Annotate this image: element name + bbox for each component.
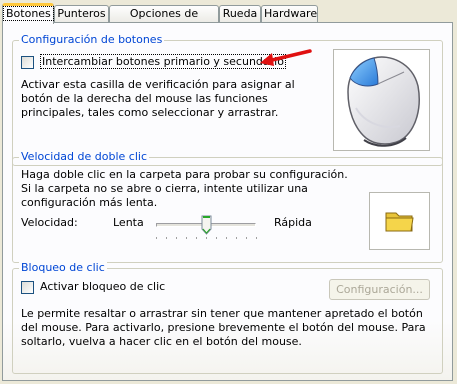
slider-tick (206, 237, 207, 239)
tab-botones[interactable]: Botones (2, 3, 54, 24)
tab-label: Rueda (222, 7, 258, 20)
double-click-description: Haga doble clic en la carpeta para proba… (21, 168, 348, 209)
tab-strip: Botones Punteros Opciones de puntero Rue… (0, 3, 457, 36)
slider-tick (256, 237, 257, 239)
click-lock-label[interactable]: Activar bloqueo de clic (40, 280, 165, 294)
tab-label: Botones (3, 6, 54, 21)
slow-label: Lenta (113, 216, 144, 229)
button-config-description: Activar esta casilla de verificación par… (21, 78, 295, 119)
speed-label: Velocidad: (21, 216, 78, 229)
red-arrow-annotation (260, 49, 312, 66)
tab-punteros[interactable]: Punteros (54, 5, 109, 22)
slider-tick (216, 237, 217, 239)
tab-hardware[interactable]: Hardware (261, 5, 318, 22)
fast-label: Rápida (274, 216, 312, 229)
slider-tick (176, 237, 177, 239)
slider-thumb[interactable] (201, 215, 212, 235)
button-config-group: Configuración de botones Intercambiar bo… (12, 33, 443, 166)
click-lock-checkbox[interactable] (21, 281, 34, 294)
slider-tick (246, 237, 247, 239)
tab-label: Punteros (57, 7, 106, 20)
click-lock-settings-button[interactable]: Configuración... (329, 279, 430, 300)
slider-tick (196, 237, 197, 239)
mouse-image-box (333, 49, 430, 151)
swap-buttons-label-text: Intercambiar botones primario y secundar… (40, 54, 286, 69)
test-folder-box[interactable] (369, 192, 430, 250)
mouse-icon (347, 56, 420, 147)
slider-tick (236, 237, 237, 239)
tab-panel: Configuración de botones Intercambiar bo… (2, 22, 453, 381)
folder-icon (385, 212, 414, 232)
double-click-group: Velocidad de doble clic Haga doble clic … (12, 150, 443, 263)
click-lock-description: Le permite resaltar o arrastrar sin tene… (21, 307, 426, 348)
swap-buttons-checkbox[interactable] (21, 56, 34, 69)
slider-tick (186, 237, 187, 239)
slider-tick (166, 237, 167, 239)
swap-buttons-label[interactable]: Intercambiar botones primario y secundar… (40, 54, 286, 69)
slider-tick (156, 237, 157, 239)
slider-tick (226, 237, 227, 239)
click-lock-legend: Bloqueo de clic (19, 261, 107, 275)
button-config-legend: Configuración de botones (19, 33, 165, 47)
tab-rueda[interactable]: Rueda (219, 5, 261, 22)
tab-label: Hardware (264, 7, 318, 20)
tab-opciones-de-puntero[interactable]: Opciones de puntero (109, 5, 219, 36)
click-lock-group: Bloqueo de clic Activar bloqueo de clic … (12, 261, 443, 374)
double-click-legend: Velocidad de doble clic (19, 150, 150, 164)
double-click-speed-slider[interactable] (153, 213, 261, 243)
